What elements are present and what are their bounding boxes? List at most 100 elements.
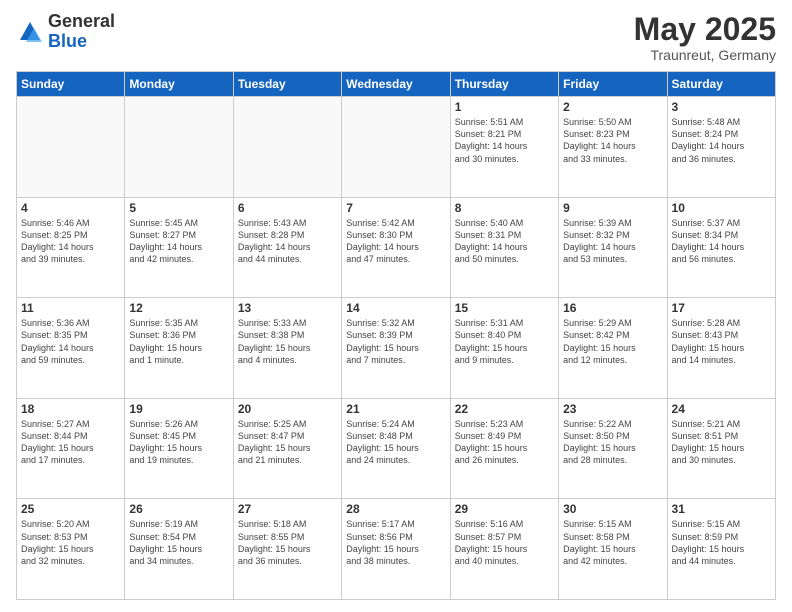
calendar-header-monday: Monday [125,72,233,97]
day-info: Sunrise: 5:23 AM Sunset: 8:49 PM Dayligh… [455,418,554,467]
calendar-cell: 27 Sunrise: 5:18 AM Sunset: 8:55 PM Dayli… [233,499,341,600]
day-number: 24 [672,402,771,416]
calendar-cell: 4 Sunrise: 5:46 AM Sunset: 8:25 PM Daylig… [17,197,125,298]
calendar-cell: 12 Sunrise: 5:35 AM Sunset: 8:36 PM Dayli… [125,298,233,399]
calendar-cell: 21 Sunrise: 5:24 AM Sunset: 8:48 PM Dayli… [342,398,450,499]
calendar-cell [17,97,125,198]
day-number: 9 [563,201,662,215]
calendar-cell: 20 Sunrise: 5:25 AM Sunset: 8:47 PM Dayli… [233,398,341,499]
calendar-cell: 18Sunrise: 5:27 AM Sunset: 8:44 PM Dayli… [17,398,125,499]
day-info: Sunrise: 5:24 AM Sunset: 8:48 PM Dayligh… [346,418,445,467]
calendar-header-wednesday: Wednesday [342,72,450,97]
day-info: Sunrise: 5:20 AM Sunset: 8:53 PM Dayligh… [21,518,120,567]
day-number: 11 [21,301,120,315]
calendar-header-row: SundayMondayTuesdayWednesdayThursdayFrid… [17,72,776,97]
calendar-cell: 24 Sunrise: 5:21 AM Sunset: 8:51 PM Dayli… [667,398,775,499]
day-info: Sunrise: 5:17 AM Sunset: 8:56 PM Dayligh… [346,518,445,567]
day-info: Sunrise: 5:46 AM Sunset: 8:25 PM Dayligh… [21,217,120,266]
day-number: 17 [672,301,771,315]
day-number: 12 [129,301,228,315]
day-number: 4 [21,201,120,215]
week-row-5: 25 Sunrise: 5:20 AM Sunset: 8:53 PM Dayli… [17,499,776,600]
day-info: Sunrise: 5:21 AM Sunset: 8:51 PM Dayligh… [672,418,771,467]
calendar-cell: 2 Sunrise: 5:50 AM Sunset: 8:23 PM Daylig… [559,97,667,198]
calendar-cell: 9 Sunrise: 5:39 AM Sunset: 8:32 PM Daylig… [559,197,667,298]
day-number: 10 [672,201,771,215]
day-number: 16 [563,301,662,315]
week-row-3: 11 Sunrise: 5:36 AM Sunset: 8:35 PM Dayli… [17,298,776,399]
day-number: 15 [455,301,554,315]
day-number: 7 [346,201,445,215]
calendar-cell: 1Sunrise: 5:51 AM Sunset: 8:21 PM Daylig… [450,97,558,198]
calendar-cell: 16 Sunrise: 5:29 AM Sunset: 8:42 PM Dayli… [559,298,667,399]
day-number: 2 [563,100,662,114]
day-info: Sunrise: 5:15 AM Sunset: 8:58 PM Dayligh… [563,518,662,567]
calendar-cell: 22 Sunrise: 5:23 AM Sunset: 8:49 PM Dayli… [450,398,558,499]
calendar-cell: 13 Sunrise: 5:33 AM Sunset: 8:38 PM Dayli… [233,298,341,399]
day-info: Sunrise: 5:32 AM Sunset: 8:39 PM Dayligh… [346,317,445,366]
day-number: 21 [346,402,445,416]
day-info: Sunrise: 5:31 AM Sunset: 8:40 PM Dayligh… [455,317,554,366]
calendar-cell: 26 Sunrise: 5:19 AM Sunset: 8:54 PM Dayli… [125,499,233,600]
week-row-2: 4 Sunrise: 5:46 AM Sunset: 8:25 PM Daylig… [17,197,776,298]
day-number: 27 [238,502,337,516]
day-number: 5 [129,201,228,215]
day-info: Sunrise: 5:36 AM Sunset: 8:35 PM Dayligh… [21,317,120,366]
calendar-cell: 29 Sunrise: 5:16 AM Sunset: 8:57 PM Dayli… [450,499,558,600]
day-info: Sunrise: 5:18 AM Sunset: 8:55 PM Dayligh… [238,518,337,567]
day-info: Sunrise: 5:22 AM Sunset: 8:50 PM Dayligh… [563,418,662,467]
calendar-header-thursday: Thursday [450,72,558,97]
calendar-cell: 7 Sunrise: 5:42 AM Sunset: 8:30 PM Daylig… [342,197,450,298]
day-info: Sunrise: 5:15 AM Sunset: 8:59 PM Dayligh… [672,518,771,567]
day-info: Sunrise: 5:16 AM Sunset: 8:57 PM Dayligh… [455,518,554,567]
month-title: May 2025 [634,12,776,47]
day-number: 14 [346,301,445,315]
calendar-cell: 30 Sunrise: 5:15 AM Sunset: 8:58 PM Dayli… [559,499,667,600]
day-number: 19 [129,402,228,416]
day-info: Sunrise: 5:45 AM Sunset: 8:27 PM Dayligh… [129,217,228,266]
calendar-header-tuesday: Tuesday [233,72,341,97]
logo: General Blue [16,12,115,52]
day-info: Sunrise: 5:48 AM Sunset: 8:24 PM Dayligh… [672,116,771,165]
day-number: 8 [455,201,554,215]
day-number: 29 [455,502,554,516]
day-info: Sunrise: 5:26 AM Sunset: 8:45 PM Dayligh… [129,418,228,467]
day-number: 25 [21,502,120,516]
page: General Blue May 2025 Traunreut, Germany… [0,0,792,612]
calendar-cell: 19 Sunrise: 5:26 AM Sunset: 8:45 PM Dayli… [125,398,233,499]
calendar-cell [233,97,341,198]
day-number: 6 [238,201,337,215]
title-block: May 2025 Traunreut, Germany [634,12,776,63]
day-number: 23 [563,402,662,416]
calendar-cell: 8Sunrise: 5:40 AM Sunset: 8:31 PM Daylig… [450,197,558,298]
calendar-cell: 31Sunrise: 5:15 AM Sunset: 8:59 PM Dayli… [667,499,775,600]
logo-text: General Blue [48,12,115,52]
day-number: 26 [129,502,228,516]
day-info: Sunrise: 5:35 AM Sunset: 8:36 PM Dayligh… [129,317,228,366]
day-number: 13 [238,301,337,315]
calendar-header-friday: Friday [559,72,667,97]
calendar-cell: 11 Sunrise: 5:36 AM Sunset: 8:35 PM Dayli… [17,298,125,399]
day-info: Sunrise: 5:33 AM Sunset: 8:38 PM Dayligh… [238,317,337,366]
day-info: Sunrise: 5:50 AM Sunset: 8:23 PM Dayligh… [563,116,662,165]
day-info: Sunrise: 5:25 AM Sunset: 8:47 PM Dayligh… [238,418,337,467]
week-row-4: 18Sunrise: 5:27 AM Sunset: 8:44 PM Dayli… [17,398,776,499]
day-info: Sunrise: 5:39 AM Sunset: 8:32 PM Dayligh… [563,217,662,266]
day-number: 20 [238,402,337,416]
calendar-cell: 10Sunrise: 5:37 AM Sunset: 8:34 PM Dayli… [667,197,775,298]
day-number: 3 [672,100,771,114]
calendar-header-sunday: Sunday [17,72,125,97]
day-number: 30 [563,502,662,516]
day-info: Sunrise: 5:28 AM Sunset: 8:43 PM Dayligh… [672,317,771,366]
day-number: 22 [455,402,554,416]
day-info: Sunrise: 5:29 AM Sunset: 8:42 PM Dayligh… [563,317,662,366]
calendar-cell: 15 Sunrise: 5:31 AM Sunset: 8:40 PM Dayli… [450,298,558,399]
day-info: Sunrise: 5:27 AM Sunset: 8:44 PM Dayligh… [21,418,120,467]
week-row-1: 1Sunrise: 5:51 AM Sunset: 8:21 PM Daylig… [17,97,776,198]
day-info: Sunrise: 5:19 AM Sunset: 8:54 PM Dayligh… [129,518,228,567]
day-info: Sunrise: 5:42 AM Sunset: 8:30 PM Dayligh… [346,217,445,266]
location-subtitle: Traunreut, Germany [634,47,776,63]
calendar-header-saturday: Saturday [667,72,775,97]
calendar-cell: 3 Sunrise: 5:48 AM Sunset: 8:24 PM Daylig… [667,97,775,198]
day-number: 1 [455,100,554,114]
